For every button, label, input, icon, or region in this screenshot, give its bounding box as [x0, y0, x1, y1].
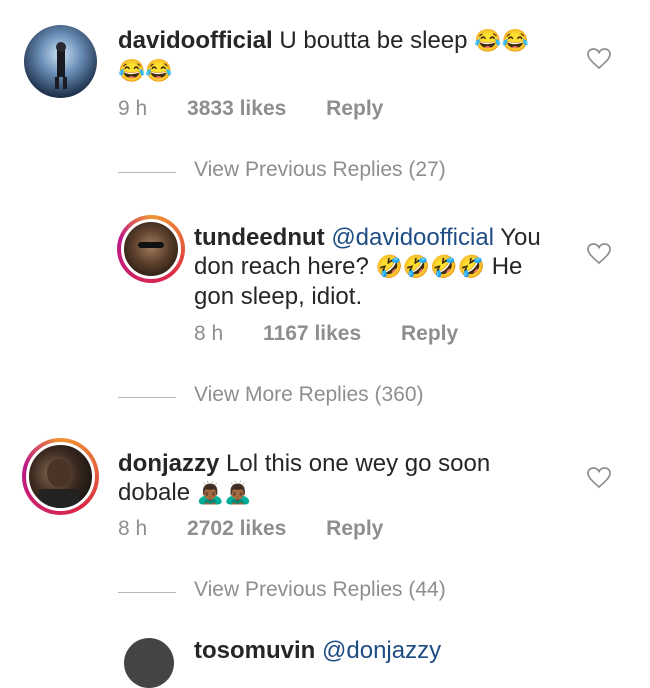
comment-text: donjazzy Lol this one wey go soon [118, 449, 490, 478]
divider-line [118, 397, 176, 398]
avatar-face-icon [39, 459, 79, 508]
comment-text-partial: tosomuvin @donjazzy [194, 636, 441, 665]
comment-text-line2: 😂😂 [118, 56, 173, 85]
username[interactable]: donjazzy [118, 450, 219, 477]
emoji-laugh: 😂😂 [474, 28, 529, 53]
comment-text: davidoofficial U boutta be sleep 😂😂 [118, 26, 529, 55]
comment-body-2: dobale [118, 479, 191, 506]
view-previous-replies-button[interactable]: View Previous Replies (44) [118, 578, 578, 608]
comment-body: U boutta be sleep [279, 27, 468, 54]
avatar-davidoofficial[interactable] [24, 25, 97, 98]
timestamp: 8 h [118, 517, 148, 540]
likes-count[interactable]: 2702 likes [187, 517, 286, 540]
likes-count[interactable]: 3833 likes [187, 97, 286, 120]
comment-meta: 8 h 2702 likes Reply [118, 517, 417, 541]
avatar-face-icon [138, 242, 164, 248]
comment-text-line2: don reach here? 🤣🤣🤣🤣 He [194, 252, 522, 281]
comment-body-2: don reach here? [194, 253, 369, 280]
avatar-partial[interactable] [124, 638, 174, 688]
view-previous-replies-button[interactable]: View Previous Replies (27) [118, 158, 578, 188]
divider-line [118, 172, 176, 173]
avatar-tundeednut[interactable] [117, 215, 185, 283]
likes-count[interactable]: 1167 likes [263, 322, 361, 345]
emoji-rofl: 🤣🤣🤣🤣 [375, 254, 486, 279]
username[interactable]: tundeednut [194, 224, 325, 251]
avatar-donjazzy[interactable] [22, 438, 99, 515]
comment-meta: 9 h 3833 likes Reply [118, 97, 417, 121]
view-replies-label: View Previous Replies (27) [194, 158, 446, 181]
reply-button[interactable]: Reply [326, 517, 383, 540]
username[interactable]: davidoofficial [118, 27, 273, 54]
comment-text-line3: gon sleep, idiot. [194, 282, 362, 311]
heart-outline-icon[interactable] [587, 243, 611, 265]
comment-text: tundeednut @davidoofficial You [194, 223, 541, 252]
divider-line [118, 592, 176, 593]
comment-body-1: Lol this one wey go soon [226, 450, 491, 477]
comment-body-1: You [500, 224, 541, 251]
avatar-figure-icon [55, 42, 67, 89]
emoji-laugh-line2: 😂😂 [118, 58, 173, 83]
timestamp: 9 h [118, 97, 148, 120]
reply-button[interactable]: Reply [401, 322, 458, 345]
timestamp: 8 h [194, 322, 224, 345]
reply-button[interactable]: Reply [326, 97, 383, 120]
username[interactable]: tosomuvin [194, 637, 315, 664]
heart-outline-icon[interactable] [587, 467, 611, 489]
comment-meta: 8 h 1167 likes Reply [194, 322, 492, 346]
mention-link[interactable]: @davidoofficial [331, 224, 494, 251]
view-replies-label: View More Replies (360) [194, 383, 424, 406]
heart-outline-icon[interactable] [587, 48, 611, 70]
view-more-replies-button[interactable]: View More Replies (360) [118, 383, 578, 413]
comment-body-4: gon sleep, idiot. [194, 283, 363, 310]
view-replies-label: View Previous Replies (44) [194, 578, 446, 601]
comment-body-3: He [491, 253, 523, 280]
mention-link[interactable]: @donjazzy [322, 637, 441, 664]
comment-text-line2: dobale 🙇🏾‍♂️🙇🏾‍♂️ [118, 478, 252, 507]
emoji-bowing: 🙇🏾‍♂️🙇🏾‍♂️ [196, 480, 252, 505]
